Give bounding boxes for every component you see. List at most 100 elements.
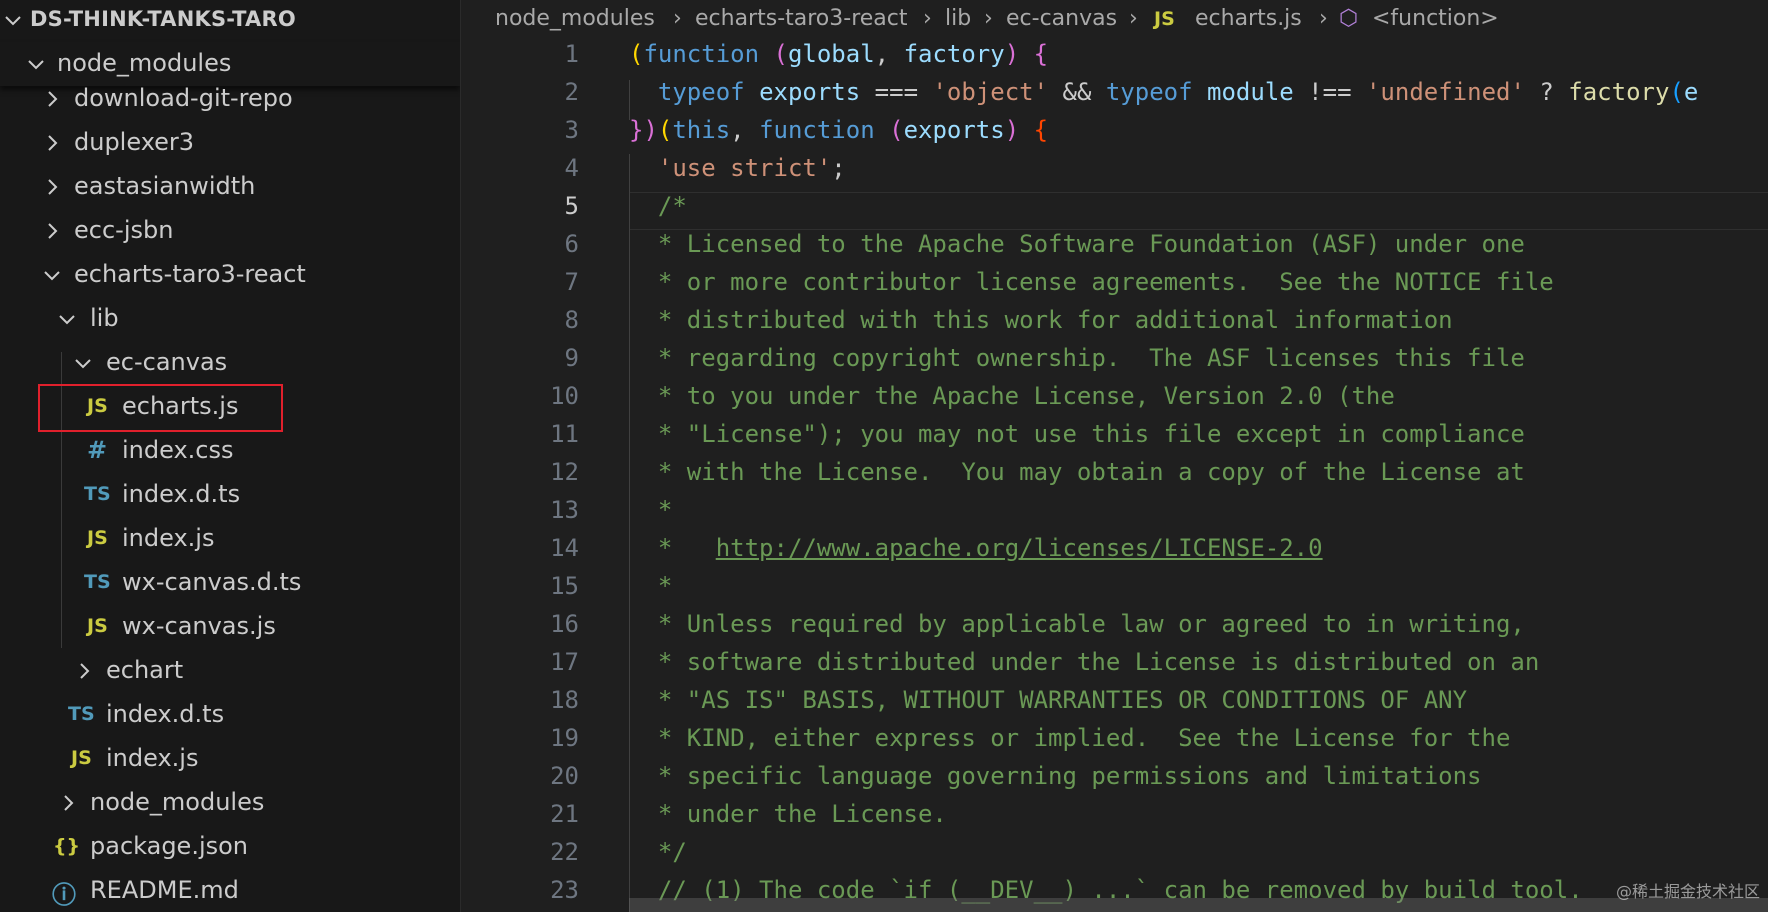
code-token: , <box>874 40 904 68</box>
current-line-highlight <box>629 192 1768 230</box>
tree-item-download-git-repo[interactable]: download-git-repo <box>0 77 460 121</box>
code-area[interactable]: 1 2 3 4 5 6 7 8 9 10 11 12 13 14 15 16 1… <box>461 40 1768 912</box>
tree-item-duplexer3[interactable]: duplexer3 <box>0 121 460 165</box>
tree-item-index-d-ts[interactable]: TS index.d.ts <box>0 473 460 517</box>
code-token: ( <box>889 116 904 144</box>
code-line: (function (global, factory) { <box>629 40 1048 68</box>
tree-item-label: index.css <box>122 436 234 464</box>
line-number: 6 <box>564 230 579 258</box>
js-file-icon: JS <box>87 615 108 637</box>
code-token: && <box>1048 78 1106 106</box>
tree-item-lib-index-js[interactable]: JS index.js <box>0 737 460 781</box>
chevron-right-icon: › <box>1319 6 1328 31</box>
tree-item-label: wx-canvas.js <box>122 612 276 640</box>
chevron-down-icon <box>44 271 60 281</box>
code-token: { <box>1033 116 1049 144</box>
line-number: 9 <box>564 344 579 372</box>
breadcrumb-item[interactable]: node_modules <box>495 6 655 31</box>
code-line: })(this, function (exports) { <box>629 116 1048 144</box>
chevron-down-icon <box>75 359 91 369</box>
chevron-right-icon: › <box>673 6 682 31</box>
breadcrumb-item[interactable]: ec-canvas <box>1006 6 1117 31</box>
tree-item-index-css[interactable]: # index.css <box>0 429 460 473</box>
chevron-right-icon <box>48 135 58 151</box>
json-file-icon: {} <box>53 835 81 857</box>
breadcrumb-item[interactable]: echarts.js <box>1195 6 1302 31</box>
project-header[interactable]: DS-THINK-TANKS-TARO <box>0 0 460 40</box>
code-token: function <box>643 40 760 68</box>
ts-file-icon: TS <box>84 483 111 505</box>
tree-item-index-js[interactable]: JS index.js <box>0 517 460 561</box>
code-line: typeof exports === 'object' && typeof mo… <box>629 78 1698 106</box>
highlight-box <box>38 384 283 432</box>
line-number: 23 <box>550 876 579 904</box>
tree-item-echart[interactable]: echart <box>0 649 460 693</box>
chevron-right-icon: › <box>923 6 932 31</box>
horizontal-scrollbar[interactable] <box>629 898 1768 912</box>
code-line: * "AS IS" BASIS, WITHOUT WARRANTIES OR C… <box>629 686 1468 714</box>
line-number: 3 <box>564 116 579 144</box>
tree-item-label: echart <box>106 656 184 684</box>
js-file-icon: JS <box>1154 8 1175 30</box>
tree-item-label: wx-canvas.d.ts <box>122 568 302 596</box>
line-number: 20 <box>550 762 579 790</box>
code-token: 'use strict' <box>657 154 832 182</box>
chevron-right-icon <box>48 179 58 195</box>
code-token: }) <box>629 116 658 144</box>
line-number: 19 <box>550 724 579 752</box>
code-token: 'undefined' <box>1365 78 1525 106</box>
chevron-down-icon <box>5 16 21 26</box>
css-file-icon: # <box>87 436 108 464</box>
license-link[interactable]: http://www.apache.org/licenses/LICENSE-2… <box>716 534 1323 562</box>
tree-item-readme-md[interactable]: ⓘ README.md <box>0 869 460 912</box>
chevron-right-icon <box>64 795 74 811</box>
watermark: @稀土掘金技术社区 <box>1615 882 1760 901</box>
tree-item-package-json[interactable]: {} package.json <box>0 825 460 869</box>
breadcrumb-item[interactable]: echarts-taro3-react <box>695 6 908 31</box>
code-token: global <box>787 40 875 68</box>
code-line: * <box>629 572 673 600</box>
breadcrumb-item[interactable]: <function> <box>1372 6 1499 31</box>
tree-item-ec-canvas[interactable]: ec-canvas <box>0 341 460 385</box>
tree-item-eastasianwidth[interactable]: eastasianwidth <box>0 165 460 209</box>
line-number: 10 <box>550 382 579 410</box>
tree-item-node-modules[interactable]: node_modules <box>0 781 460 825</box>
code-line: * to you under the Apache License, Versi… <box>629 382 1395 410</box>
tree-item-echarts-taro3-react[interactable]: echarts-taro3-react <box>0 253 460 297</box>
line-number: 4 <box>564 154 579 182</box>
code-line: * distributed with this work for additio… <box>629 306 1453 334</box>
code-token: factory <box>1568 78 1670 106</box>
line-number: 22 <box>550 838 579 866</box>
tree-item-wx-canvas-d-ts[interactable]: TS wx-canvas.d.ts <box>0 561 460 605</box>
code-line: * regarding copyright ownership. The ASF… <box>629 344 1525 372</box>
tree-item-label: index.d.ts <box>106 700 225 728</box>
code-token: exports <box>903 116 1005 144</box>
chevron-down-icon <box>28 60 44 70</box>
code-line: * KIND, either express or implied. See t… <box>629 724 1511 752</box>
code-line: * Unless required by applicable law or a… <box>629 610 1525 638</box>
tree-item-label: echarts-taro3-react <box>74 260 306 288</box>
code-line: 'use strict'; <box>629 154 846 182</box>
tree-item-label: package.json <box>90 832 249 860</box>
tree-item-label: eastasianwidth <box>74 172 256 200</box>
tree-item-lib-index-d-ts[interactable]: TS index.d.ts <box>0 693 460 737</box>
code-line: * Licensed to the Apache Software Founda… <box>629 230 1525 258</box>
tree-item-label: node_modules <box>90 788 265 816</box>
tree-item-label: README.md <box>90 876 239 904</box>
line-number: 12 <box>550 458 579 486</box>
line-number: 7 <box>564 268 579 296</box>
chevron-right-icon: › <box>1129 6 1138 31</box>
tree-item-label: ec-canvas <box>106 348 228 376</box>
code-token: ( <box>629 40 644 68</box>
code-line: * with the License. You may obtain a cop… <box>629 458 1525 486</box>
breadcrumb-item[interactable]: lib <box>945 6 971 31</box>
code-line: */ <box>629 838 687 866</box>
line-number: 2 <box>564 78 579 106</box>
chevron-down-icon <box>59 315 75 325</box>
tree-item-wx-canvas-js[interactable]: JS wx-canvas.js <box>0 605 460 649</box>
tree-item-lib[interactable]: lib <box>0 297 460 341</box>
line-number: 17 <box>550 648 579 676</box>
project-title: DS-THINK-TANKS-TARO <box>30 7 296 31</box>
tree-item-ecc-jsbn[interactable]: ecc-jsbn <box>0 209 460 253</box>
